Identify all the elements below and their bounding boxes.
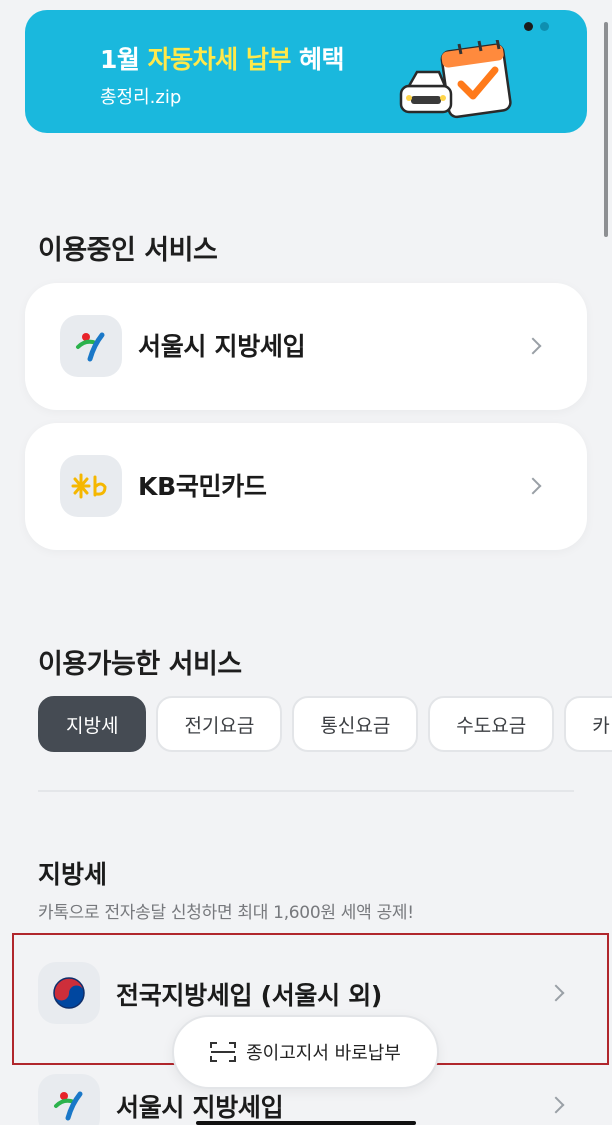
car-calendar-illustration-icon [395,38,535,129]
available-section-title: 이용가능한 서비스 [38,649,242,680]
pagination-dot-active [524,22,533,31]
chevron-right-icon [524,337,542,355]
service-card-label: 서울시 지방세입 [138,332,306,361]
divider [38,790,574,792]
paper-bill-pay-label: 종이고지서 바로납부 [246,1043,401,1064]
list-item-label: 서울시 지방세입 [116,1093,284,1122]
scan-icon [210,1041,237,1063]
chevron-right-icon [547,1096,565,1114]
chip-electricity[interactable]: 전기요금 [156,696,283,752]
banner-subtitle: 총정리.zip [100,87,182,108]
paper-bill-pay-button[interactable]: 종이고지서 바로납부 [172,1015,439,1089]
chip-local-tax[interactable]: 지방세 [38,696,147,752]
category-chips: 지방세 전기요금 통신요금 수도요금 카 [38,696,612,752]
service-card-kb[interactable]: KB국민카드 [25,423,587,550]
chip-telecom[interactable]: 통신요금 [292,696,419,752]
service-card-label: KB국민카드 [138,472,267,501]
chevron-right-icon [524,477,542,495]
service-card-seoul[interactable]: 서울시 지방세입 [25,283,587,410]
chip-card[interactable]: 카 [564,696,612,752]
promo-banner[interactable]: 1월 자동차세 납부 혜택 총정리.zip [25,10,587,133]
banner-title: 1월 자동차세 납부 혜택 [100,45,345,74]
local-tax-title: 지방세 [38,860,108,889]
scrollbar[interactable] [604,22,608,237]
seoul-logo-icon [38,1074,100,1125]
pagination-dot [540,22,549,31]
home-indicator [196,1121,416,1125]
banner-pagination [524,22,549,31]
chip-water[interactable]: 수도요금 [428,696,555,752]
seoul-logo-icon [60,315,122,377]
in-use-section-title: 이용중인 서비스 [38,235,218,266]
kb-logo-icon [60,455,122,517]
local-tax-description: 카톡으로 전자송달 신청하면 최대 1,600원 세액 공제! [38,903,414,923]
